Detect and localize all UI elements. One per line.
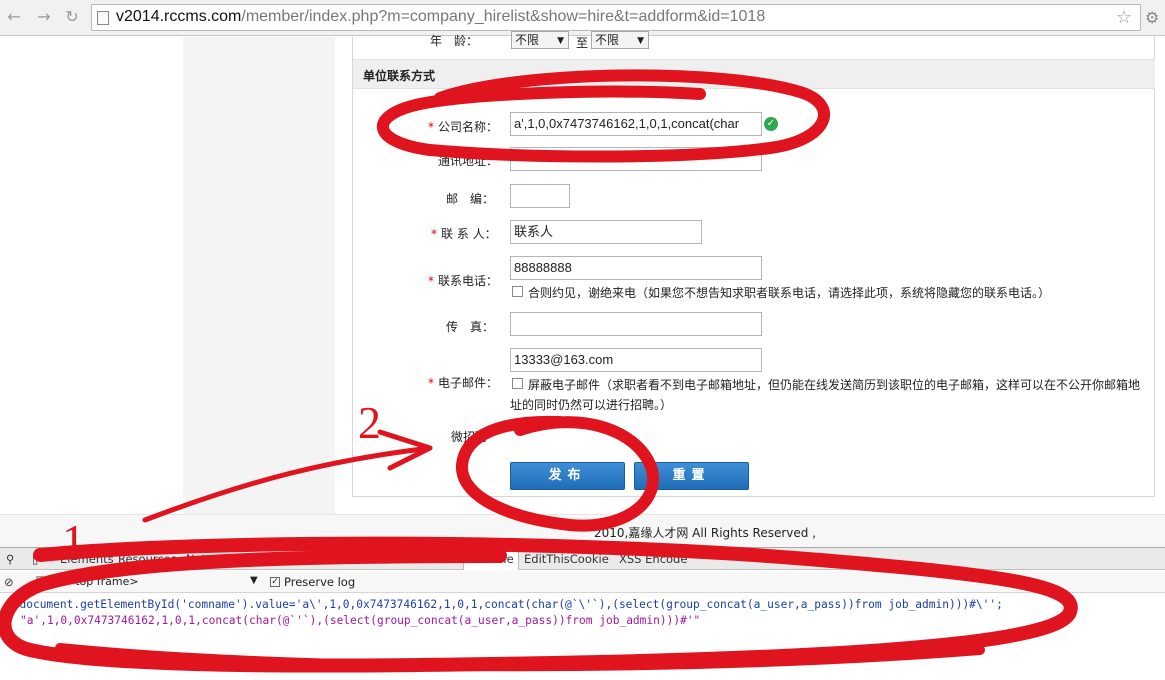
dock-icon[interactable]: ▯	[32, 552, 38, 566]
email-note-line2: 址的同时仍然可以进行招聘。）	[510, 398, 673, 412]
screenshot-stage: ← → ↻ v2014.rccms.com/member/index.php?m…	[0, 0, 1165, 680]
tab-profiles[interactable]: Profiles	[298, 552, 340, 566]
settings-wrench-icon[interactable]: ⚙	[1145, 8, 1159, 27]
prompt-icon: >	[6, 598, 20, 611]
console-command: document.getElementById('comname').value…	[19, 598, 1003, 611]
tab-xss-encode[interactable]: XSS Encode	[619, 552, 687, 566]
chevron-down-icon: ▼	[637, 36, 644, 46]
hide-email-checkbox[interactable]	[512, 378, 523, 389]
page-icon	[97, 11, 109, 25]
email-note-line1: 屏蔽电子邮件（求职者看不到电子邮箱地址，但仍能在线发送简历到该职位的电子邮箱，这…	[528, 378, 1141, 392]
left-sidebar-area	[183, 37, 335, 514]
email-input[interactable]: 13333@163.com	[510, 348, 762, 372]
fax-input[interactable]	[510, 312, 762, 336]
tab-resources[interactable]: Resources	[118, 552, 177, 566]
preserve-log-checkbox[interactable]: ✓	[270, 577, 280, 587]
check-ok-icon: ✓	[764, 117, 778, 131]
bookmark-star-icon[interactable]: ☆	[1116, 7, 1132, 28]
devtools-panel: ⚲ ▯ Elements Resources Network Timeline …	[0, 547, 1165, 680]
preserve-log-label: Preserve log	[284, 575, 356, 589]
fax-label: 传 真：	[446, 320, 495, 334]
page-footer: 2010,嘉缘人才网 All Rights Reserved ,	[0, 514, 1165, 547]
age-to-select[interactable]: 不限 ▼	[591, 31, 649, 49]
hide-phone-checkbox[interactable]	[512, 286, 523, 297]
tab-audits[interactable]: Audits	[420, 552, 456, 566]
back-icon[interactable]: ←	[2, 6, 26, 28]
reset-button[interactable]: 重置	[634, 462, 749, 490]
reload-icon[interactable]: ↻	[60, 6, 84, 28]
address-label: 通讯地址：	[438, 154, 499, 168]
age-label: 年 龄：	[430, 34, 479, 48]
age-from-select[interactable]: 不限 ▼	[511, 31, 569, 49]
address-bar[interactable]: v2014.rccms.com/member/index.php?m=compa…	[91, 4, 1141, 31]
section-header: 单位联系方式	[353, 59, 1155, 89]
zip-label: 邮 编：	[446, 192, 495, 206]
contact-label: * 联 系 人：	[431, 227, 497, 241]
phone-label: * 联系电话：	[428, 274, 499, 288]
annotation-number-1: 1	[62, 515, 85, 566]
console-result: "a',1,0,0x7473746162,1,0,1,concat(char(@…	[20, 614, 701, 627]
chevron-down-icon[interactable]: ▼	[250, 575, 258, 586]
phone-input[interactable]: 88888888	[510, 256, 762, 280]
chevron-down-icon: ▼	[557, 36, 564, 46]
search-icon[interactable]: ⚲	[6, 552, 14, 566]
submit-button[interactable]: 发布	[510, 462, 625, 490]
section-title: 单位联系方式	[363, 69, 436, 83]
frame-selector[interactable]: <top frame>	[66, 575, 139, 588]
contact-person-input[interactable]: 联系人	[510, 220, 702, 244]
clear-console-icon[interactable]: ⊘	[4, 575, 14, 589]
filter-icon[interactable]: ▽	[36, 573, 45, 587]
copyright-text: 2010,嘉缘人才网 All Rights Reserved ,	[594, 526, 817, 540]
url-text: v2014.rccms.com/member/index.php?m=compa…	[116, 8, 765, 26]
address-input[interactable]	[510, 147, 762, 171]
devtools-tabbar: ⚲ ▯ Elements Resources Network Timeline …	[0, 548, 1165, 570]
console-toolbar: ⊘ ▽ <top frame> ▼ ✓ Preserve log	[0, 571, 1165, 593]
email-label: * 电子邮件：	[428, 376, 499, 390]
company-label: * 公司名称：	[428, 120, 499, 134]
tab-editthiscookie[interactable]: EditThisCookie	[524, 552, 609, 566]
age-to-separator: 至	[576, 36, 589, 50]
url-host: v2014.rccms.com	[116, 8, 242, 25]
console-result-line: "a',1,0,0x7473746162,1,0,1,concat(char(@…	[20, 614, 700, 627]
tab-network[interactable]: Network	[186, 552, 234, 566]
annotation-number-2: 2	[358, 397, 381, 448]
console-input-line: > document.getElementById('comname').val…	[6, 598, 1003, 611]
phone-note: 合则约见，谢绝来电（如果您不想告知求职者联系电话，请选择此项，系统将隐藏您的联系…	[528, 286, 1051, 300]
browser-toolbar: ← → ↻ v2014.rccms.com/member/index.php?m…	[0, 0, 1165, 36]
url-path: /member/index.php?m=company_hirelist&sho…	[241, 8, 766, 25]
wechat-label: 微招聘	[451, 430, 488, 444]
forward-icon[interactable]: →	[32, 6, 56, 28]
zip-input[interactable]	[510, 184, 570, 208]
tab-console[interactable]: Console	[463, 549, 519, 570]
company-name-input[interactable]: a',1,0,0x7473746162,1,0,1,concat(char	[510, 112, 762, 136]
tab-timeline[interactable]: Timeline	[242, 552, 291, 566]
